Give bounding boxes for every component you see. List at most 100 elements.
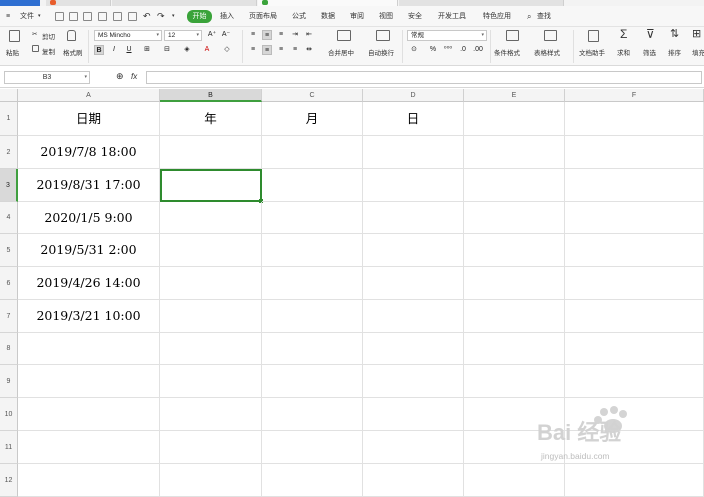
bold-icon[interactable]: B [94,45,104,55]
borders-icon[interactable]: ⊞ [142,45,152,55]
conditional-format-icon[interactable] [506,30,519,41]
cell-c11[interactable] [262,431,363,464]
row-header-1[interactable]: 1 [0,102,18,136]
cell-d5[interactable] [363,234,464,267]
tab-data[interactable]: 数据 [321,6,335,27]
cell-f1[interactable] [565,102,704,136]
cell-c4[interactable] [262,202,363,234]
search-label[interactable]: 查找 [537,6,551,27]
tab-developer[interactable]: 开发工具 [438,6,466,27]
cell-d6[interactable] [363,267,464,300]
fx-icon[interactable]: fx [131,72,137,81]
copy-button[interactable]: 复制 [42,46,55,56]
tab-security[interactable]: 安全 [408,6,422,27]
name-box[interactable]: B3 ▾ [4,71,90,84]
fill-icon[interactable]: ⊞ [692,27,701,40]
fill-color-icon[interactable]: ◈ [182,45,192,55]
conditional-format-button[interactable]: 条件格式 [494,47,520,57]
font-color-icon[interactable]: A [202,45,212,55]
tab-insert[interactable]: 插入 [220,6,234,27]
cell-b11[interactable] [160,431,262,464]
file-menu[interactable]: 文件 [20,6,34,27]
filter-icon[interactable]: ⊽ [646,27,655,41]
cell-e6[interactable] [464,267,565,300]
hamburger-icon[interactable]: ≡ [6,6,10,27]
wrap-text-button[interactable]: 自动换行 [368,47,394,57]
merge-center-button[interactable]: 合并居中 [328,47,354,57]
decrease-font-icon[interactable]: A⁻ [221,30,231,40]
cell-d9[interactable] [363,365,464,398]
align-center-icon[interactable]: ≡ [262,45,272,55]
cell-c5[interactable] [262,234,363,267]
cell-f8[interactable] [565,333,704,365]
sum-button[interactable]: 求和 [617,47,630,57]
currency-icon[interactable]: ⊙ [409,45,419,55]
cell-a10[interactable] [18,398,160,431]
indent-icon[interactable]: ⇥ [290,30,300,40]
merge-style-icon[interactable]: ⊟ [162,45,172,55]
wrap-text-icon[interactable] [376,30,390,41]
align-left-icon[interactable]: ≡ [248,45,258,55]
cell-a7[interactable]: 2019/3/21 10:00 [18,300,160,333]
align-top-icon[interactable]: ≡ [248,30,258,40]
decrease-decimal-icon[interactable]: .00 [473,45,483,55]
doc-assistant-button[interactable]: 文档助手 [579,47,605,57]
cell-a11[interactable] [18,431,160,464]
cell-e5[interactable] [464,234,565,267]
justify-icon[interactable]: ≡ [290,45,300,55]
cell-c10[interactable] [262,398,363,431]
align-middle-icon[interactable]: ≡ [262,30,272,40]
cell-b9[interactable] [160,365,262,398]
row-header-5[interactable]: 5 [0,234,18,267]
cell-d7[interactable] [363,300,464,333]
filter-button[interactable]: 筛选 [643,47,656,57]
cell-a6[interactable]: 2019/4/26 14:00 [18,267,160,300]
row-header-2[interactable]: 2 [0,136,18,169]
cell-a2[interactable]: 2019/7/8 18:00 [18,136,160,169]
cell-a8[interactable] [18,333,160,365]
cut-icon[interactable]: ✂ [32,30,37,38]
doc-assistant-icon[interactable] [588,30,599,42]
cell-d3[interactable] [363,169,464,202]
table-style-icon[interactable] [544,30,557,41]
thousands-icon[interactable]: ⁰⁰⁰ [443,45,453,55]
row-header-4[interactable]: 4 [0,202,18,234]
align-right-icon[interactable]: ≡ [276,45,286,55]
column-header-c[interactable]: C [262,89,363,102]
column-header-d[interactable]: D [363,89,464,102]
cell-d10[interactable] [363,398,464,431]
cell-e8[interactable] [464,333,565,365]
outdent-icon[interactable]: ⇤ [304,30,314,40]
cell-f6[interactable] [565,267,704,300]
format-painter-icon[interactable] [67,30,76,41]
cell-d8[interactable] [363,333,464,365]
copy-icon[interactable] [32,45,39,52]
active-cell-b3[interactable] [160,169,262,202]
cell-c3[interactable] [262,169,363,202]
merge-center-icon[interactable] [337,30,351,41]
cell-f12[interactable] [565,464,704,497]
export-pdf-icon[interactable] [98,12,107,21]
cell-f2[interactable] [565,136,704,169]
cell-c8[interactable] [262,333,363,365]
cell-c9[interactable] [262,365,363,398]
row-header-11[interactable]: 11 [0,431,18,464]
cell-e2[interactable] [464,136,565,169]
cell-e12[interactable] [464,464,565,497]
cell-a3[interactable]: 2019/8/31 17:00 [18,169,160,202]
cell-b6[interactable] [160,267,262,300]
distribute-icon[interactable]: ⇹ [304,45,314,55]
italic-icon[interactable]: I [109,45,119,55]
cell-b5[interactable] [160,234,262,267]
cell-e3[interactable] [464,169,565,202]
cell-f7[interactable] [565,300,704,333]
cell-e7[interactable] [464,300,565,333]
print-icon[interactable] [113,12,122,21]
number-format-select[interactable]: 常规 ▾ [407,30,487,41]
cell-a5[interactable]: 2019/5/31 2:00 [18,234,160,267]
tab-special-apps[interactable]: 特色应用 [483,6,511,27]
align-bottom-icon[interactable]: ≡ [276,30,286,40]
cell-d11[interactable] [363,431,464,464]
increase-font-icon[interactable]: A⁺ [207,30,217,40]
cell-f9[interactable] [565,365,704,398]
